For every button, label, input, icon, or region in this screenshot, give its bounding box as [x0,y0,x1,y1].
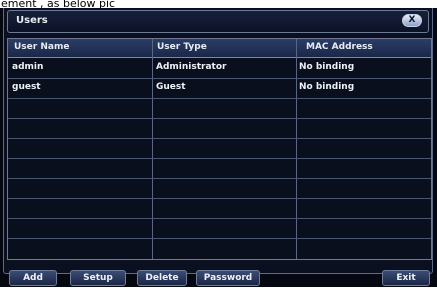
title-bar: Users X [7,10,429,33]
row-divider [8,158,431,159]
column-divider [152,39,153,259]
setup-button[interactable]: Setup [70,270,126,286]
column-header-mac-address[interactable]: MAC Address [306,42,373,52]
row-divider [8,218,431,219]
column-divider [296,39,297,259]
row-divider [8,98,431,99]
row-divider [8,138,431,139]
row-divider [8,238,431,239]
cell-user-name: admin [12,62,44,72]
cell-mac-address: No binding [299,62,355,72]
row-divider [8,198,431,199]
row-divider [8,178,431,179]
password-button[interactable]: Password [196,270,260,286]
column-header-user-type[interactable]: User Type [157,42,207,52]
exit-button[interactable]: Exit [382,270,430,286]
column-header-user-name[interactable]: User Name [14,42,69,52]
users-table: User Name User Type MAC Address admin Ad… [7,38,432,260]
close-icon: X [408,15,416,25]
cell-user-name: guest [12,82,41,92]
table-header: User Name User Type MAC Address [8,39,431,58]
row-divider [8,78,431,79]
row-divider [8,118,431,119]
cell-user-type: Guest [156,82,186,92]
page-caption: ement , as below pic [0,0,437,8]
cell-user-type: Administrator [156,62,227,72]
button-bar: Add Setup Delete Password Exit [0,268,437,288]
window-title: Users [16,15,48,26]
add-button[interactable]: Add [9,270,57,286]
cell-mac-address: No binding [299,82,355,92]
close-button[interactable]: X [402,14,422,27]
dvr-screen: Users X User Name User Type MAC Address … [0,4,437,287]
delete-button[interactable]: Delete [137,270,187,286]
